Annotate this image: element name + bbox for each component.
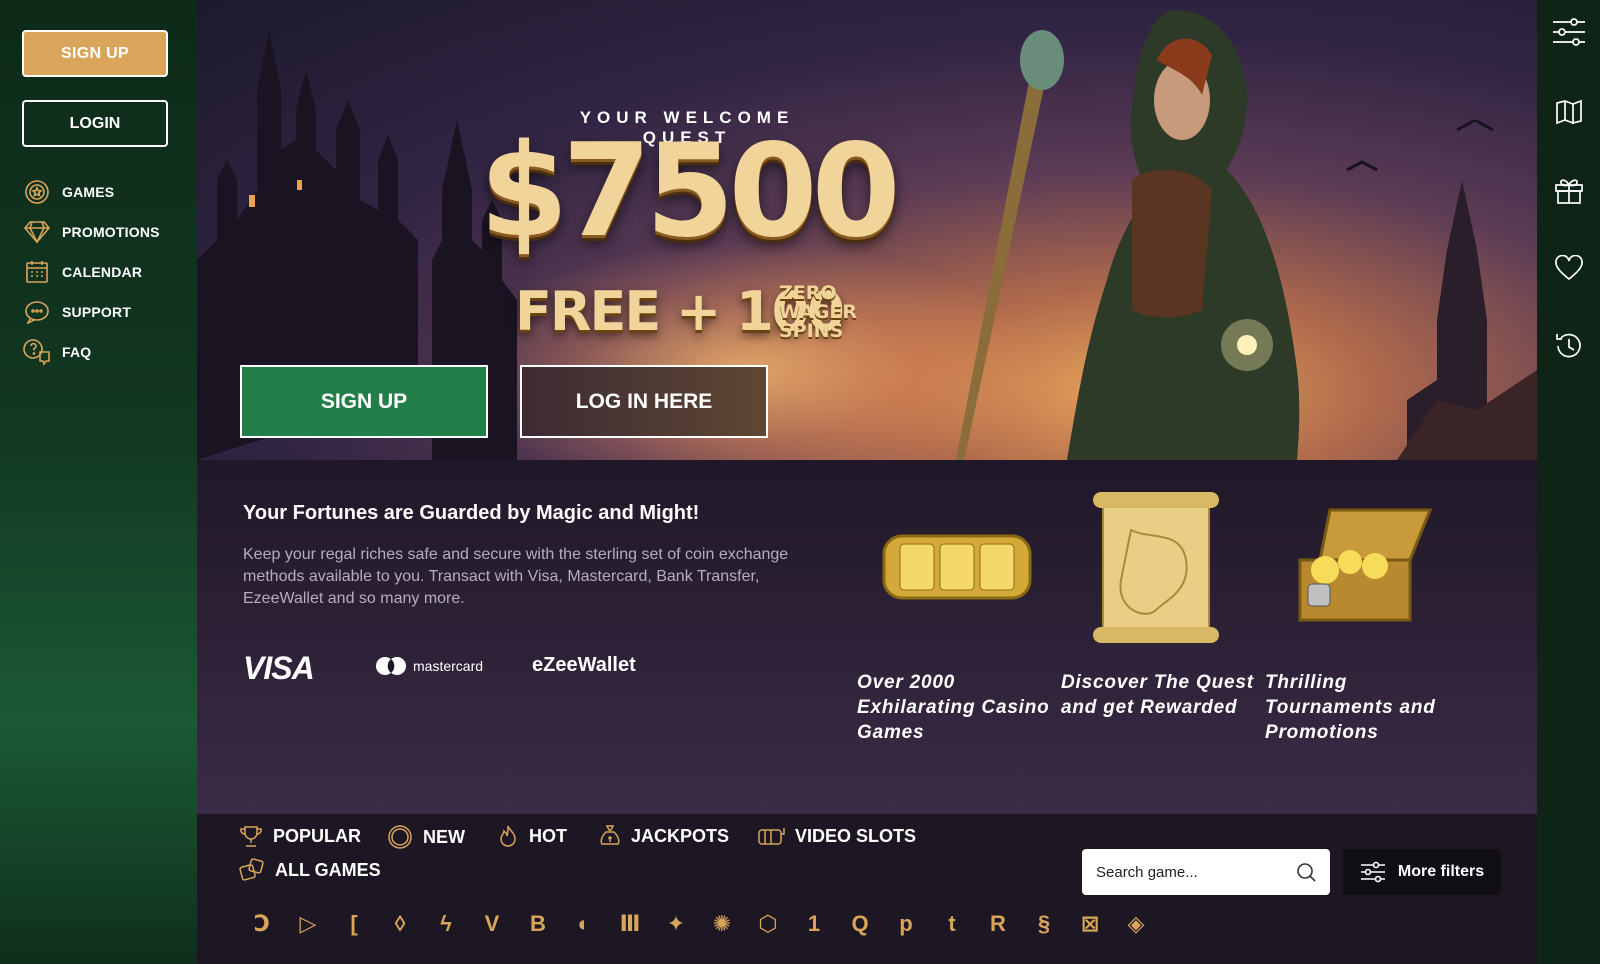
visa-logo: VISA [243,650,315,686]
dice-icon [239,858,264,881]
info-section: Your Fortunes are Guarded by Magic and M… [197,460,1537,814]
category-new[interactable]: NEW [387,824,465,850]
sidebar-item-label: PROMOTIONS [62,224,160,240]
faq-icon [22,339,52,366]
sidebar-item-label: GAMES [62,184,115,200]
provider-icon[interactable]: R [975,906,1021,942]
category-label: ALL GAMES [275,859,381,880]
provider-icon[interactable]: ϟ [423,906,469,942]
treasure-chest-icon [1298,508,1433,622]
provider-icon[interactable]: ◈ [1113,906,1159,942]
provider-icon[interactable]: ◐ [561,906,607,942]
provider-icon[interactable]: 1 [791,906,837,942]
more-filters-label: More filters [1397,863,1485,880]
sidebar-item-label: FAQ [62,344,92,360]
category-popular[interactable]: POPULAR [239,824,361,848]
provider-icon[interactable]: Q [837,906,883,942]
provider-icon[interactable]: ✺ [699,906,745,942]
sidebar-item-calendar[interactable]: CALENDAR [22,252,160,292]
search-game-input[interactable]: Search game... [1082,849,1330,895]
more-filters-button[interactable]: More filters [1343,849,1501,895]
sidebar-nav: GAMES PROMOTIONS CALENDAR SUPPORT FAQ [22,172,160,372]
search-icon[interactable] [1294,861,1316,883]
ezeewallet-label: eZeeWallet [532,654,636,676]
provider-strip: Ↄ ▷ [ ◊ ϟ V B ◐ Ⅲ ✦ ✺ ⬡ 1 Q p t R § ⊠ ◈ [239,906,1159,942]
flame-icon [500,825,516,847]
provider-icon[interactable]: p [883,906,929,942]
hero-banner: YOUR WELCOME QUEST $7500 FREE + 100 ZERO… [197,0,1537,460]
slot-reels-icon [882,534,1032,600]
diamond-icon [22,219,52,245]
mastercard-label: mastercard [413,658,484,674]
provider-icon[interactable]: ◊ [377,906,423,942]
feature-label: Thrilling Tournaments and Promotions [1265,672,1436,743]
provider-icon[interactable]: ⊠ [1067,906,1113,942]
provider-icon[interactable]: ✦ [653,906,699,942]
provider-icon[interactable]: ▷ [285,906,331,942]
hero-login-button[interactable]: LOG IN HERE [520,365,768,438]
category-label: JACKPOTS [631,825,730,846]
provider-icon[interactable]: t [929,906,975,942]
right-toolbar [1537,0,1600,964]
search-placeholder: Search game... [1096,863,1198,881]
slot-machine-icon [758,828,785,845]
settings-sliders-icon[interactable] [1537,12,1600,52]
game-filters-bar: POPULAR NEW HOT JACKPOTS VIDEO SLOTS ALL… [197,814,1537,964]
category-jackpots[interactable]: JACKPOTS [599,824,729,848]
chat-icon [22,299,52,325]
filter-sliders-icon [1360,861,1385,883]
money-bag-icon [600,825,620,845]
provider-icon[interactable]: [ [331,906,377,942]
info-title: Your Fortunes are Guarded by Magic and M… [243,502,700,524]
category-label: VIDEO SLOTS [795,825,917,846]
games-icon [22,179,52,205]
heart-icon[interactable] [1537,248,1600,288]
provider-icon[interactable]: ⬡ [745,906,791,942]
sidebar-login-button[interactable]: LOGIN [22,100,168,147]
category-label: NEW [423,826,465,847]
heroine-illustration [955,10,1300,460]
category-label: POPULAR [273,825,362,846]
new-badge-icon [388,825,412,849]
sidebar-item-faq[interactable]: FAQ [22,332,160,372]
treasure-map-icon [1093,492,1219,643]
zero-wager-line: SPINS [779,320,844,342]
category-hot[interactable]: HOT [497,824,567,848]
sidebar-signup-button[interactable]: SIGN UP [22,30,168,77]
history-icon[interactable] [1537,326,1600,366]
sidebar-item-label: CALENDAR [62,264,143,280]
provider-icon[interactable]: § [1021,906,1067,942]
feature-label: Over 2000 Exhilarating Casino Games [857,672,1050,743]
tower-illustration [1397,180,1537,460]
provider-icon[interactable]: B [515,906,561,942]
gift-icon[interactable] [1537,170,1600,210]
sidebar-item-promotions[interactable]: PROMOTIONS [22,212,160,252]
map-icon[interactable] [1537,92,1600,132]
feature-label: Discover The Quest and get Rewarded [1061,672,1254,718]
hero-zero-wager: ZERO WAGER SPINS [779,284,857,341]
sidebar-item-support[interactable]: SUPPORT [22,292,160,332]
category-video-slots[interactable]: VIDEO SLOTS [757,824,916,848]
hero-signup-button[interactable]: SIGN UP [240,365,488,438]
left-sidebar: SIGN UP LOGIN GAMES PROMOTIONS CALENDAR [0,0,197,964]
provider-icon[interactable]: Ↄ [239,906,285,942]
provider-icon[interactable]: V [469,906,515,942]
calendar-icon [22,259,52,285]
info-text: Keep your regal riches safe and secure w… [243,546,789,607]
mastercard-circles-icon [376,657,406,675]
category-label: HOT [529,825,567,846]
trophy-icon [240,826,262,847]
mastercard-logo: mastercard [375,656,483,676]
sidebar-item-label: SUPPORT [62,304,132,320]
hero-bonus-amount: $7500 [479,117,900,266]
sidebar-item-games[interactable]: GAMES [22,172,160,212]
ezeewallet-logo: eZeeWallet [532,654,636,677]
category-all-games[interactable]: ALL GAMES [239,858,381,882]
provider-icon[interactable]: Ⅲ [607,906,653,942]
birds-illustration [1346,120,1494,172]
